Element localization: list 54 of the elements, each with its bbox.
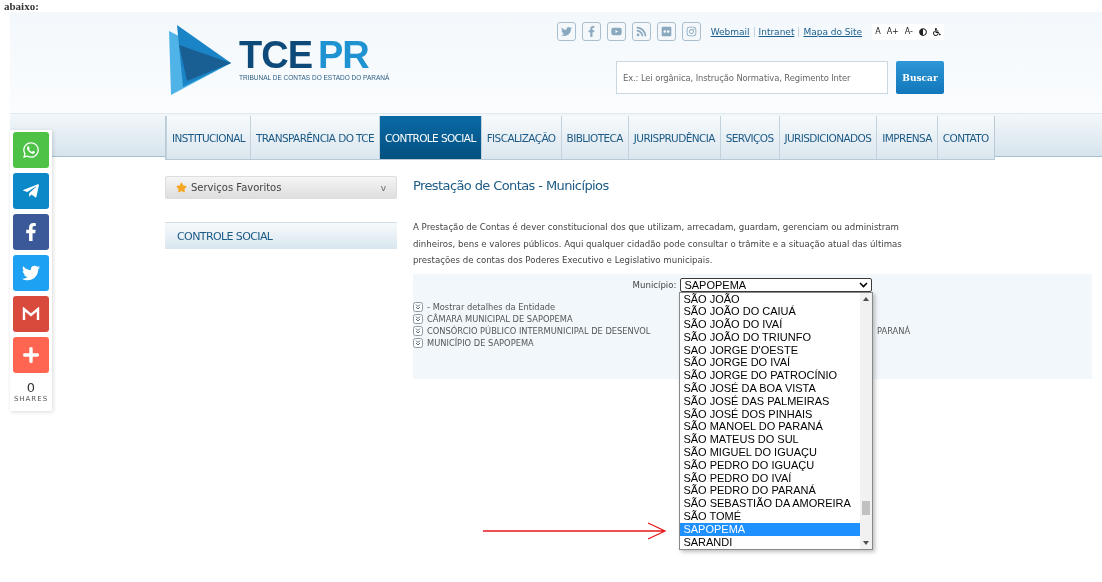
flickr-icon[interactable] (656, 22, 676, 41)
logo-title: TCE PR (239, 37, 369, 73)
scroll-up-icon[interactable] (863, 296, 870, 301)
expand-icon[interactable] (413, 337, 423, 348)
expand-icon[interactable] (413, 313, 423, 324)
nav-tab[interactable]: JURISDICIONADOS (778, 116, 877, 159)
scrollbar[interactable] (860, 292, 873, 549)
twitter-icon[interactable] (13, 255, 49, 291)
page-title: Prestação de Contas - Municípios (413, 178, 610, 193)
nav-tab[interactable]: CONTATO (936, 116, 994, 159)
scroll-down-icon[interactable] (863, 540, 870, 545)
mail-icon[interactable] (13, 296, 49, 332)
youtube-icon[interactable] (606, 22, 626, 41)
nav-tab[interactable]: BIBLIOTECA (560, 116, 628, 159)
instagram-icon[interactable] (681, 22, 701, 41)
font-size-button[interactable]: A (872, 23, 884, 40)
entity-name[interactable]: CONSÓRCIO PÚBLICO INTERMUNICIPAL DE DESENVOL (427, 325, 651, 336)
entity-name[interactable]: PARANÁ (877, 325, 911, 336)
whatsapp-icon[interactable] (13, 132, 49, 168)
star-icon (176, 182, 187, 193)
nav-tab[interactable]: FISCALIZAÇÃO (480, 116, 561, 159)
entity-name[interactable]: CÂMARA MUNICIPAL DE SAPOPEMA (427, 313, 573, 324)
caption-text: abaixo: (3, 0, 40, 12)
header-link[interactable]: Mapa do Site (798, 26, 867, 37)
header-link[interactable]: Webmail (706, 26, 754, 37)
plus-icon[interactable] (13, 337, 49, 373)
favorites-bar[interactable]: Serviços Favoritos v (165, 176, 397, 199)
expand-icon[interactable] (413, 325, 423, 336)
scrollbar-thumb[interactable] (862, 500, 871, 515)
wheelchair-icon[interactable] (930, 23, 944, 40)
share-count: 0 (26, 380, 36, 395)
telegram-icon[interactable] (13, 173, 49, 209)
description-text: A Prestação de Contas é dever constitucional dos que utilizam, arrecadam, guardam, gerenciam ou administram dinheiros, bens e valores públicos. Aqui qualquer cidadão pode consultar o trâmite e a situação atual das últimas prestações de contas dos Poderes Executivo e Legislativo municipais. (413, 221, 903, 267)
facebook-icon[interactable] (13, 214, 49, 250)
section-title: CONTROLE SOCIAL (165, 222, 397, 249)
municipality-select[interactable]: SAPOPEMA (680, 277, 873, 292)
font-size-button[interactable]: A+ (883, 23, 902, 40)
nav-tab[interactable]: CONTROLE SOCIAL (379, 116, 481, 159)
nav-tab[interactable]: INSTITUCIONAL (166, 116, 250, 159)
dropdown-option[interactable]: SÃO JOÃO (680, 292, 861, 306)
twitter-icon[interactable] (556, 22, 576, 41)
header-link[interactable]: Intranet (753, 26, 799, 37)
nav-tab[interactable]: IMPRENSA (876, 116, 937, 159)
nav-tab[interactable]: JURISPRUDÊNCIA (627, 116, 720, 159)
filter-label: Município: (632, 279, 677, 290)
search-button[interactable]: Buscar (896, 61, 944, 94)
rss-icon[interactable] (631, 22, 651, 41)
search-field[interactable]: Ex.: Lei orgânica, Instrução Normativa, Regimento Inter (616, 61, 888, 94)
nav-tab[interactable]: SERVIÇOS (719, 116, 779, 159)
expand-icon[interactable] (413, 301, 423, 312)
entity-name[interactable]: MUNICÍPIO DE SAPOPEMA (427, 337, 534, 348)
entity-hint: - Mostrar detalhes da Entidade (427, 301, 556, 312)
nav-tab[interactable]: TRANSPARÊNCIA DO TCE (250, 116, 380, 159)
caret-icon (859, 281, 869, 288)
